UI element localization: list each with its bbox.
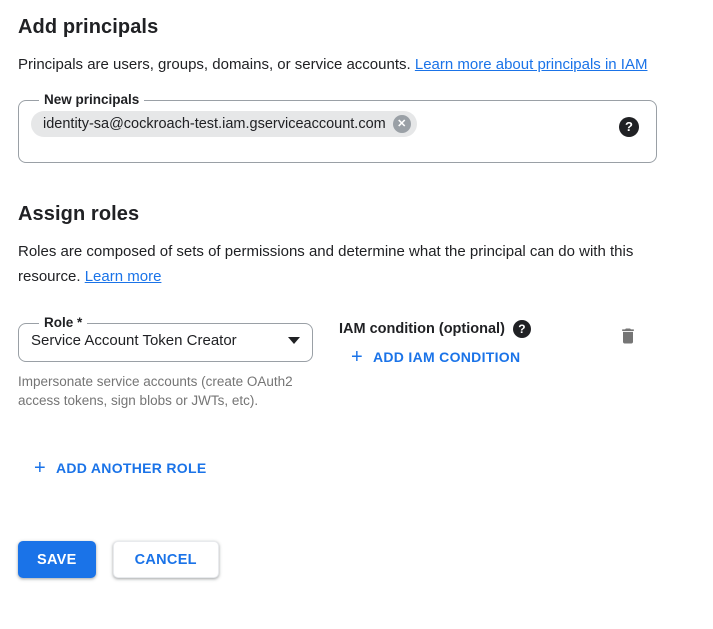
cancel-button[interactable]: CANCEL — [113, 541, 219, 578]
add-principals-panel: Add principals Principals are users, gro… — [0, 0, 713, 578]
principal-chip-label: identity-sa@cockroach-test.iam.gservicea… — [43, 116, 386, 132]
iam-condition-header: IAM condition (optional) ? — [339, 320, 531, 338]
add-another-role-button[interactable]: + ADD ANOTHER ROLE — [34, 459, 207, 477]
principal-chip: identity-sa@cockroach-test.iam.gservicea… — [31, 111, 417, 137]
add-iam-condition-label: ADD IAM CONDITION — [373, 349, 520, 365]
role-label: Role * — [39, 316, 87, 330]
iam-condition-column: IAM condition (optional) ? + ADD IAM CON… — [339, 316, 531, 368]
role-select[interactable]: Role * Service Account Token Creator — [18, 316, 313, 362]
learn-more-roles-link[interactable]: Learn more — [85, 268, 162, 285]
new-principals-label: New principals — [39, 93, 144, 107]
add-iam-condition-button[interactable]: + ADD IAM CONDITION — [351, 348, 520, 366]
role-helper-text: Impersonate service accounts (create OAu… — [18, 372, 300, 410]
learn-more-principals-link[interactable]: Learn more about principals in IAM — [415, 56, 648, 73]
assign-roles-description: Roles are composed of sets of permission… — [18, 239, 668, 289]
add-another-role-label: ADD ANOTHER ROLE — [56, 460, 207, 476]
plus-icon: + — [34, 459, 46, 477]
new-principals-help-icon[interactable]: ? — [619, 117, 639, 137]
principals-description-text: Principals are users, groups, domains, o… — [18, 56, 411, 73]
action-buttons-row: SAVE CANCEL — [18, 541, 695, 578]
assign-roles-title: Assign roles — [18, 203, 695, 226]
delete-role-button[interactable] — [616, 324, 640, 351]
save-button[interactable]: SAVE — [18, 541, 96, 578]
iam-condition-help-icon[interactable]: ? — [513, 320, 531, 338]
role-value-row: Service Account Token Creator — [31, 332, 300, 349]
principal-chip-row: identity-sa@cockroach-test.iam.gservicea… — [31, 111, 644, 137]
principals-description: Principals are users, groups, domains, o… — [18, 52, 668, 77]
remove-principal-icon[interactable]: ✕ — [393, 115, 411, 133]
new-principals-field[interactable]: New principals identity-sa@cockroach-tes… — [18, 93, 657, 163]
role-selected-value: Service Account Token Creator — [31, 332, 237, 349]
trash-icon — [618, 326, 638, 346]
plus-icon: + — [351, 348, 363, 366]
iam-condition-label: IAM condition (optional) — [339, 321, 505, 337]
page-title: Add principals — [18, 16, 695, 39]
role-column: Role * Service Account Token Creator Imp… — [18, 316, 313, 410]
chevron-down-icon — [288, 337, 300, 344]
role-row: Role * Service Account Token Creator Imp… — [18, 316, 695, 410]
